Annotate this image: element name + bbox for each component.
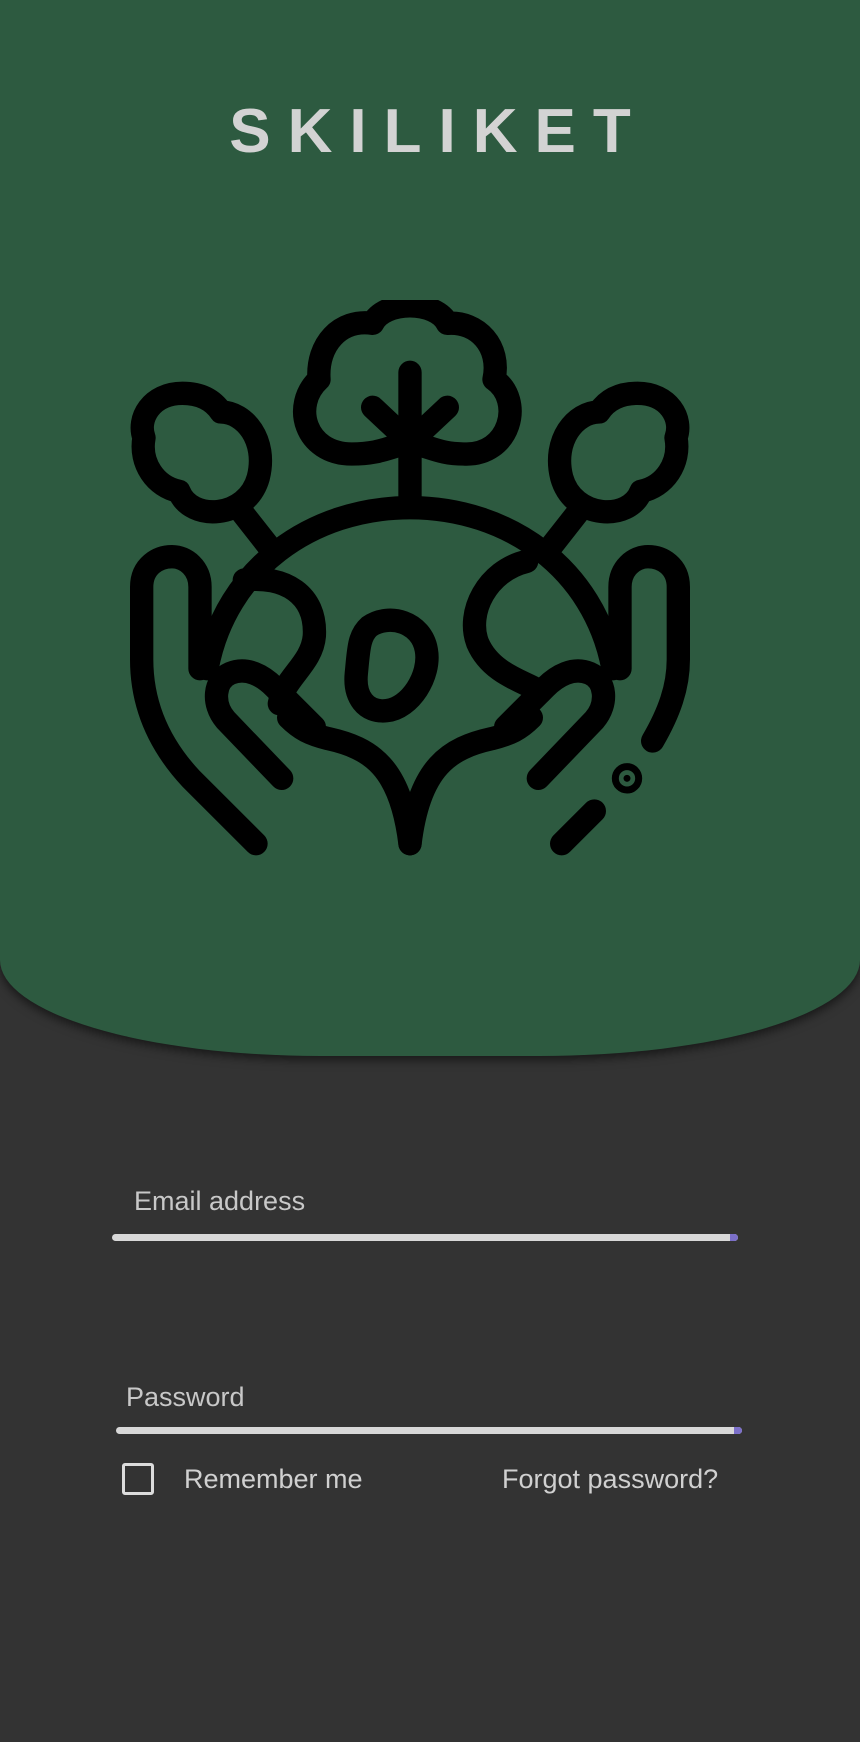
remember-me-label[interactable]: Remember me bbox=[184, 1464, 363, 1495]
password-field[interactable]: Password bbox=[116, 1382, 746, 1444]
password-input[interactable] bbox=[116, 1382, 746, 1444]
password-underline bbox=[116, 1427, 742, 1434]
password-underline-accent bbox=[734, 1427, 742, 1434]
header-banner: SKILIKET bbox=[0, 0, 860, 1056]
login-screen: SKILIKET Email address Password Remember… bbox=[0, 0, 860, 1742]
email-field[interactable]: Email address bbox=[112, 1186, 742, 1248]
email-underline-accent bbox=[730, 1234, 738, 1241]
forgot-password-link[interactable]: Forgot password? bbox=[502, 1464, 718, 1495]
hands-globe-trees-icon bbox=[130, 300, 690, 856]
email-underline bbox=[112, 1234, 738, 1241]
app-title: SKILIKET bbox=[229, 97, 648, 166]
remember-me-checkbox[interactable] bbox=[122, 1463, 154, 1495]
